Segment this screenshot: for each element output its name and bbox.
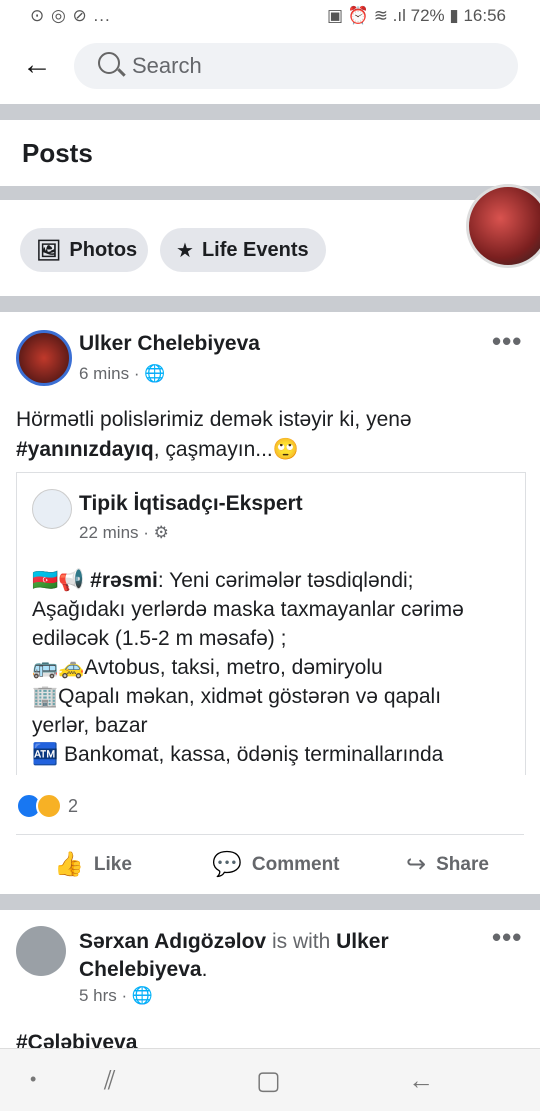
atm-icon: 🏧 bbox=[32, 743, 64, 766]
life-events-button[interactable]: ★ Life Events bbox=[160, 228, 326, 272]
shared-author-avatar[interactable] bbox=[32, 489, 72, 529]
gear-icon: · ⚙ bbox=[143, 523, 169, 542]
page-title: Posts bbox=[22, 138, 93, 168]
hashtag-link[interactable]: #rəsmi bbox=[90, 569, 158, 592]
more-options-icon[interactable]: ••• bbox=[492, 326, 522, 357]
flag-emoji-icon: 🇦🇿📢 bbox=[32, 569, 91, 592]
back-arrow-icon[interactable]: ← bbox=[22, 50, 52, 80]
post-time[interactable]: 6 mins bbox=[79, 364, 129, 383]
life-events-label: Life Events bbox=[201, 238, 309, 261]
flag-icon: ★ bbox=[176, 239, 194, 262]
shared-time[interactable]: 22 mins bbox=[79, 523, 139, 542]
thumbs-up-icon: 👍 bbox=[54, 851, 84, 878]
globe-icon: · 🌐 bbox=[121, 986, 154, 1005]
post-meta: 6 mins · 🌐 bbox=[79, 364, 165, 384]
clock: 16:56 bbox=[463, 6, 506, 25]
comment-button[interactable]: 💬 Comment bbox=[212, 850, 340, 879]
post-text: Hörmətli polislərimiz demək istəyir ki, … bbox=[16, 408, 412, 461]
like-button[interactable]: 👍 Like bbox=[54, 850, 132, 879]
photos-label: Photos bbox=[69, 238, 138, 261]
home-icon[interactable]: ▢ bbox=[256, 1065, 281, 1096]
author-avatar[interactable] bbox=[16, 926, 66, 976]
post-time[interactable]: 5 hrs bbox=[79, 986, 117, 1005]
comment-icon: 💬 bbox=[212, 851, 242, 878]
post-header: Sərxan Adıgözəlov is with Ulker Chelebiy… bbox=[79, 930, 389, 981]
photos-icon: 🖼 bbox=[36, 239, 62, 262]
post-meta: 5 hrs · 🌐 bbox=[79, 986, 153, 1006]
dot-icon[interactable]: • bbox=[30, 1069, 36, 1090]
author-avatar[interactable] bbox=[16, 330, 72, 386]
building-icon: 🏢 bbox=[32, 685, 59, 708]
more-options-icon[interactable]: ••• bbox=[492, 922, 522, 953]
bus-taxi-icon: 🚌🚕 bbox=[32, 656, 85, 679]
reaction-count: 2 bbox=[68, 795, 79, 816]
divider bbox=[0, 894, 540, 910]
search-icon bbox=[98, 52, 120, 74]
system-nav-bar: • ⫽ ▢ ← bbox=[0, 1048, 540, 1111]
post-author[interactable]: Ulker Chelebiyeva bbox=[79, 332, 260, 356]
profile-avatar[interactable] bbox=[466, 184, 540, 268]
tagged-user[interactable]: Chelebiyeva bbox=[79, 958, 202, 981]
share-button[interactable]: ↪ Share bbox=[406, 850, 489, 879]
reactions-summary[interactable]: 2 bbox=[16, 793, 79, 819]
post-author[interactable]: Sərxan Adıgözəlov bbox=[79, 930, 266, 953]
hashtag-link[interactable]: #yanınızdayıq bbox=[16, 438, 154, 461]
tagged-user[interactable]: Ulker bbox=[336, 930, 389, 953]
photos-button[interactable]: 🖼 Photos bbox=[20, 228, 148, 272]
battery-icon: ▮ bbox=[449, 6, 464, 25]
divider bbox=[0, 296, 540, 312]
haha-reaction-icon bbox=[36, 793, 62, 819]
signal-icon: ▣ ⏰ ≋ .ıl bbox=[327, 6, 411, 25]
notification-icons: ⊙ ◎ ⊘ ... bbox=[30, 6, 111, 25]
status-bar: ⊙ ◎ ⊘ ... ▣ ⏰ ≋ .ıl 72% ▮ 16:56 bbox=[0, 0, 540, 32]
search-input[interactable]: Search bbox=[74, 43, 518, 89]
shared-author[interactable]: Tipik İqtisadçı-Ekspert bbox=[79, 492, 303, 516]
recents-icon[interactable]: ⫽ bbox=[104, 1065, 116, 1097]
shared-meta: 22 mins · ⚙ bbox=[79, 523, 169, 543]
divider bbox=[0, 104, 540, 120]
share-icon: ↪ bbox=[406, 851, 427, 878]
shared-text: 🇦🇿📢 #rəsmi: Yeni cərimələr təsdiqləndi; … bbox=[32, 569, 464, 766]
globe-icon: · 🌐 bbox=[133, 364, 166, 383]
back-icon[interactable]: ← bbox=[408, 1065, 434, 1096]
divider bbox=[0, 186, 540, 200]
search-placeholder: Search bbox=[132, 53, 202, 78]
divider bbox=[16, 834, 524, 835]
battery-level: 72% bbox=[410, 6, 445, 25]
